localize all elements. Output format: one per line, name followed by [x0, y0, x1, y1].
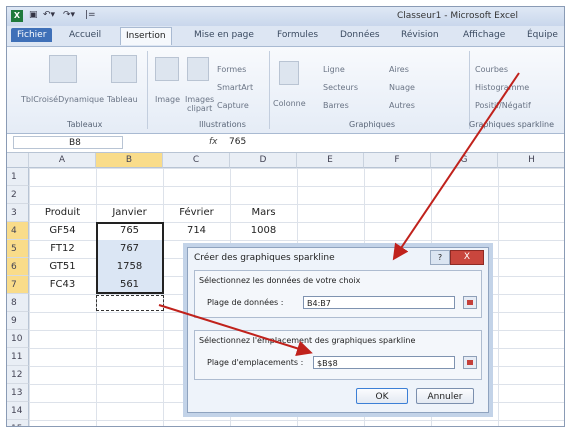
annotation-arrows — [158, 72, 520, 357]
arrow-to-location — [158, 304, 313, 357]
arrow-to-dialog — [392, 72, 520, 261]
excel-window: X ▣ ↶▾ ↷▾ |= Classeur1 - Microsoft Excel… — [6, 6, 565, 427]
